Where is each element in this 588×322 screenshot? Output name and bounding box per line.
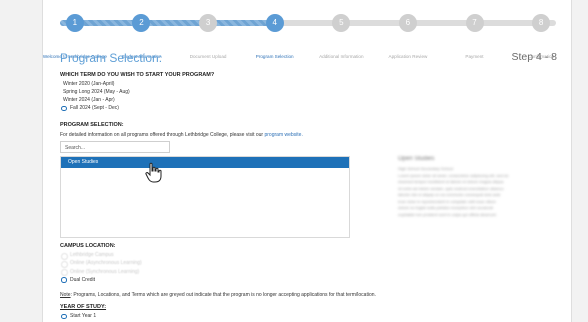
note-label: Note	[60, 292, 71, 298]
term-option-label: Fall 2024 (Sept - Dec)	[70, 105, 119, 111]
term-option[interactable]: Winter 2020 (Jan-April)	[63, 80, 114, 88]
progress-step-7: 7	[465, 14, 484, 32]
page-title: Program Selection:	[60, 51, 163, 65]
step-counter: Step 4 - 8	[511, 51, 557, 63]
radio-icon	[61, 313, 67, 319]
campus-option: Online (Synchronous Learning)	[61, 268, 140, 277]
year-option[interactable]: Start Year 1	[61, 312, 97, 320]
campus-option[interactable]: Dual Credit	[61, 276, 96, 284]
progress-step-8: 8	[532, 14, 551, 32]
campus-option-label: Online (Synchronous Learning)	[70, 268, 140, 275]
term-question: WHICH TERM DO YOU WISH TO START YOUR PRO…	[60, 72, 215, 78]
progress-step-1: 1	[65, 14, 84, 32]
note-text: : Programs, Locations, and Terms which a…	[70, 292, 376, 298]
availability-note: Note: Programs, Locations, and Terms whi…	[60, 292, 376, 298]
campus-option: Online (Asynchronous Learning)	[61, 259, 142, 268]
program-details-line: cupidatat non proident sunt in culpa qui…	[398, 211, 497, 217]
program-details-panel: Open Studies High School Secondary Schoo…	[398, 156, 548, 218]
program-list[interactable]: Open Studies	[60, 156, 350, 238]
program-heading: PROGRAM SELECTION:	[60, 122, 124, 128]
campus-option: Lethbridge Campus	[61, 251, 114, 260]
term-option-label: Winter 2020 (Jan-April)	[63, 81, 115, 87]
program-search-input[interactable]: Search...	[60, 141, 170, 153]
campus-option-label: Dual Credit	[70, 276, 96, 283]
program-info-text: For detailed information on all programs…	[60, 132, 264, 138]
term-option-label: Winter 2024 (Jan - Apr)	[63, 97, 115, 103]
progress-step-2: 2	[132, 14, 151, 32]
year-option-label: Start Year 1	[70, 313, 97, 319]
term-option[interactable]: Fall 2024 (Sept - Dec)	[61, 104, 119, 112]
progress-step-5: 5	[332, 14, 351, 32]
year-heading: YEAR OF STUDY:	[60, 304, 107, 310]
progress-fill	[60, 20, 274, 26]
progress-bar: 1 Welcome to Lethbridge College 2 Student I…	[43, 14, 556, 59]
campus-option-label: Lethbridge Campus	[70, 252, 114, 258]
progress-step-3: 3	[199, 14, 218, 32]
campus-heading: CAMPUS LOCATION:	[60, 243, 116, 249]
progress-step-6: 6	[398, 14, 417, 32]
term-option-label: Spring Long 2024 (May - Aug)	[63, 89, 130, 95]
progress-step-4: 4	[265, 14, 284, 32]
program-list-item[interactable]: Open Studies	[61, 157, 349, 168]
hand-pointer-icon	[145, 162, 162, 183]
program-details-title: Open Studies	[398, 156, 435, 162]
application-card: 1 Welcome to Lethbridge College 2 Student I…	[42, 0, 572, 322]
radio-icon	[61, 105, 67, 111]
radio-icon	[61, 277, 67, 283]
term-option[interactable]: Winter 2024 (Jan - Apr)	[63, 96, 115, 104]
program-info: For detailed information on all programs…	[60, 132, 303, 138]
program-website-link[interactable]: program website.	[264, 132, 302, 138]
term-option[interactable]: Spring Long 2024 (May - Aug)	[63, 88, 130, 96]
campus-option-label: Online (Asynchronous Learning)	[70, 260, 142, 267]
